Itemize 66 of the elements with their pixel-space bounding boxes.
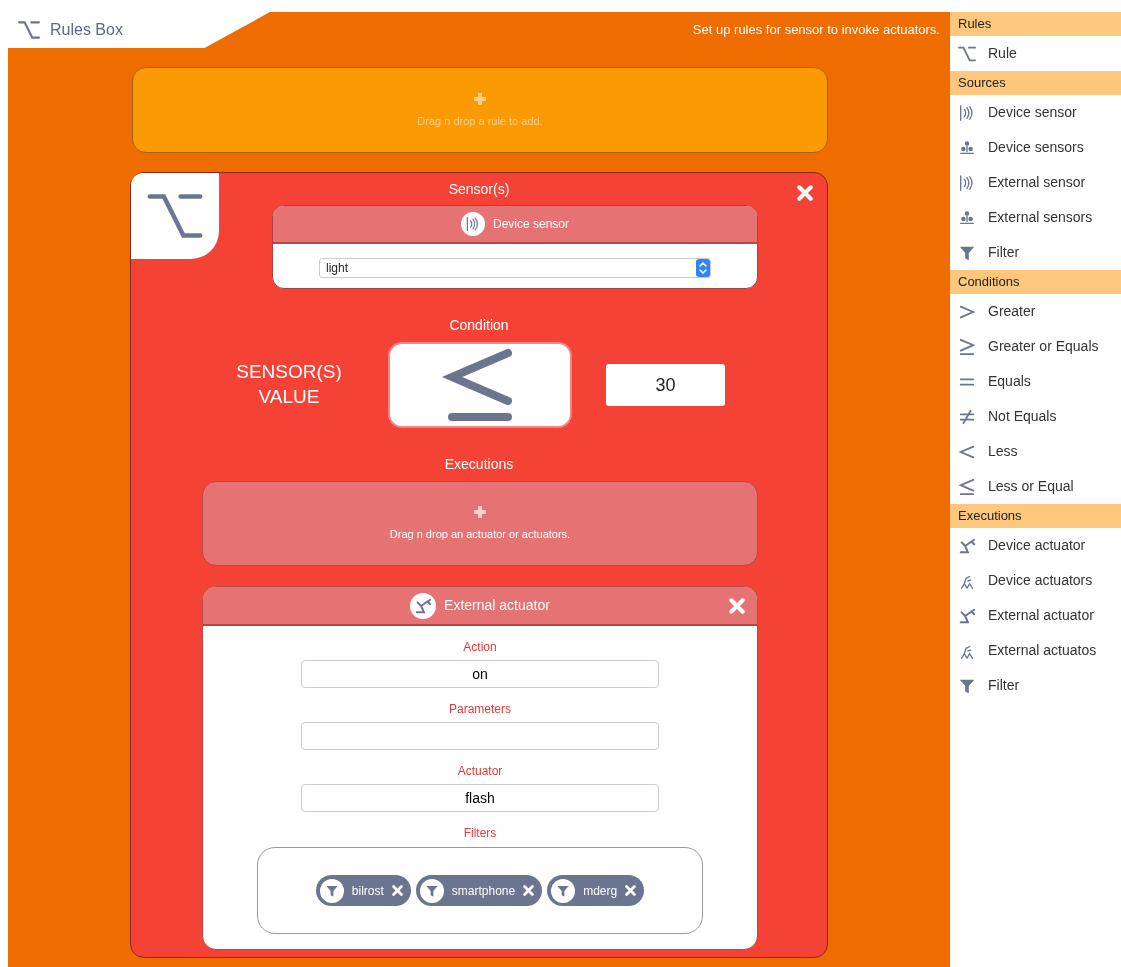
card-title: External actuator xyxy=(444,596,550,615)
remove-icon xyxy=(523,885,535,896)
value-label: SENSOR(S) VALUE xyxy=(235,360,343,409)
palette-heading: Sources xyxy=(950,71,1121,95)
close-icon[interactable] xyxy=(797,185,813,201)
plus-icon xyxy=(472,504,488,521)
palette-item[interactable]: Less or Equal xyxy=(950,469,1121,504)
palette-item[interactable]: Greater xyxy=(950,294,1121,329)
filter-chip[interactable]: mderg xyxy=(547,875,645,906)
palette-item[interactable]: Device actuators xyxy=(950,563,1121,598)
drop-hint: Drag n drop a rule to add. xyxy=(417,113,543,129)
select-value: light xyxy=(326,260,348,277)
description-text: Set up rules for sensor to invoke actuators. xyxy=(692,21,941,40)
threshold-field[interactable]: 30 xyxy=(606,364,725,406)
field-label: Parameters xyxy=(449,701,511,718)
sensor-select[interactable]: light xyxy=(319,258,711,278)
filter-icon xyxy=(424,883,439,898)
palette-heading: Rules xyxy=(950,12,1121,36)
remove-icon xyxy=(625,885,637,896)
app-title: Rules Box xyxy=(50,20,123,40)
input-field[interactable]: flash xyxy=(301,784,659,812)
card-title: Device sensor xyxy=(493,216,569,233)
section-label: Sensor(s) xyxy=(448,180,510,199)
not-equals-icon xyxy=(958,407,976,426)
section-label: Condition xyxy=(449,316,509,335)
remove-icon xyxy=(391,885,403,896)
sensor-icon xyxy=(958,173,976,192)
palette-item[interactable]: Device sensor xyxy=(950,95,1121,130)
filter-icon xyxy=(556,883,571,898)
palette-item[interactable]: External sensor xyxy=(950,165,1121,200)
sensor-icon xyxy=(958,103,976,122)
palette-heading: Conditions xyxy=(950,270,1121,294)
sensors-icon xyxy=(958,208,976,227)
robot-arm-icon xyxy=(958,606,976,625)
drop-hint: Drag n drop an actuator or actuators. xyxy=(389,527,571,543)
palette-item[interactable]: Greater or Equals xyxy=(950,329,1121,364)
palette-item[interactable]: External sensors xyxy=(950,200,1121,235)
field-label: Filters xyxy=(463,825,497,842)
input-field[interactable]: on xyxy=(301,660,659,688)
plus-icon xyxy=(472,90,488,107)
less-equal-icon xyxy=(958,477,976,496)
palette-item[interactable]: Device actuator xyxy=(950,528,1121,563)
close-icon[interactable] xyxy=(729,598,745,614)
greater-equal-icon xyxy=(958,337,976,356)
spinner-icon xyxy=(696,259,710,277)
rule-icon xyxy=(958,44,976,63)
section-label: Executions xyxy=(444,455,514,474)
palette-heading: Executions xyxy=(950,504,1121,528)
field-label: Action xyxy=(463,639,497,656)
filter-chip[interactable]: bilrost xyxy=(315,875,411,906)
field-label: Actuator xyxy=(457,763,503,780)
palette-item[interactable]: External actuatos xyxy=(950,633,1121,668)
palette-item[interactable]: External actuator xyxy=(950,598,1121,633)
filter-icon xyxy=(324,883,339,898)
palette-item[interactable]: Equals xyxy=(950,364,1121,399)
sensors-icon xyxy=(958,138,976,157)
palette-item[interactable]: Device sensors xyxy=(950,130,1121,165)
palette-item[interactable]: Not Equals xyxy=(950,399,1121,434)
input-field[interactable] xyxy=(301,722,659,750)
palette-item[interactable]: Filter xyxy=(950,235,1121,270)
palette-item[interactable]: Filter xyxy=(950,668,1121,703)
rule-icon xyxy=(18,19,40,41)
palette-item[interactable]: Less xyxy=(950,434,1121,469)
robot-arm-icon xyxy=(958,536,976,555)
filter-chip[interactable]: smartphone xyxy=(415,875,543,906)
palette-item[interactable]: Rule xyxy=(950,36,1121,71)
